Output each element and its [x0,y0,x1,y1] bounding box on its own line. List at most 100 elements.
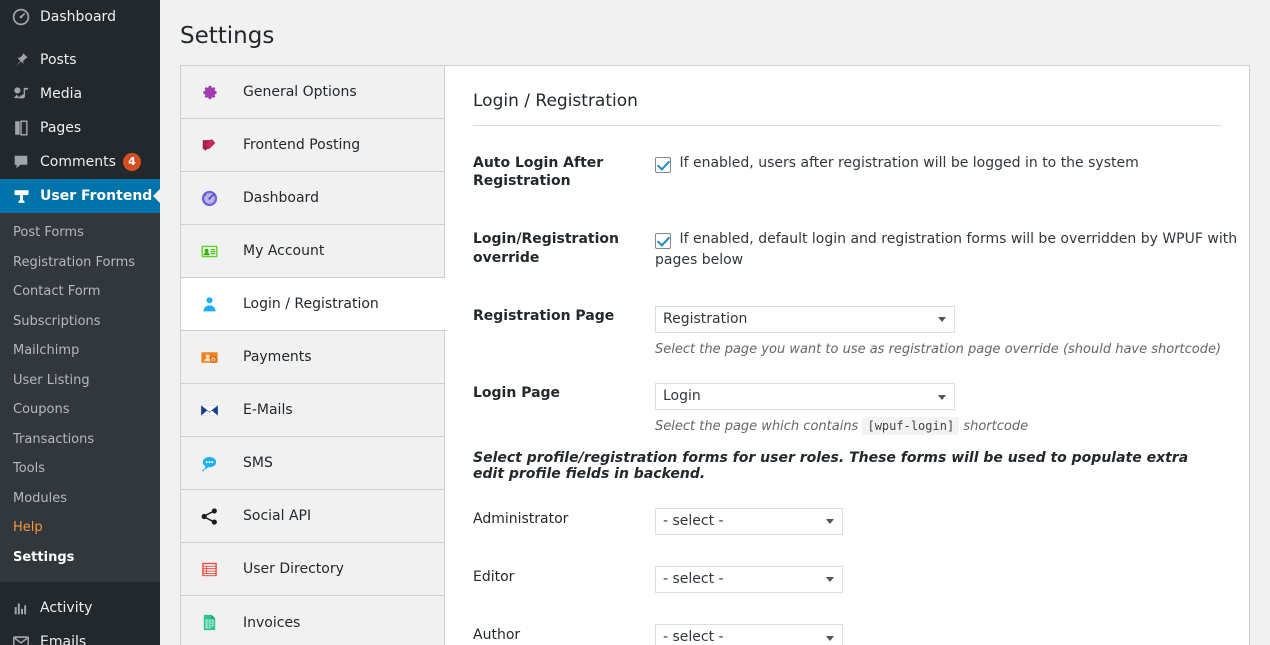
registration-page-select[interactable]: Registration [655,305,955,333]
registration-page-description: Select the page you want to use as regis… [655,341,1222,357]
author-field: - select - [655,606,1249,645]
auto-login-checkbox-label[interactable]: If enabled, users after registration wil… [679,155,1138,171]
submenu-item-contact-form[interactable]: Contact Form [0,277,160,307]
login-registration-form-table: Auto Login After Registration If enabled… [445,134,1249,442]
pages-icon [11,118,31,138]
tab-payments[interactable]: $ Payments [181,331,444,384]
tab-label: Invoices [243,614,301,631]
table-row-auto-login: Auto Login After Registration If enabled… [445,134,1249,210]
author-select-wrap: - select - [655,624,843,645]
administrator-field: - select - [655,490,1249,548]
login-page-description: Select the page which contains [wpuf-log… [655,417,1239,437]
tab-emails[interactable]: E-Mails [181,384,444,437]
sidebar-item-user-frontend[interactable]: User Frontend [0,179,160,213]
submenu-item-coupons[interactable]: Coupons [0,395,160,425]
override-label: Login/Registration override [473,231,619,266]
gear-icon [198,81,220,103]
administrator-select-wrap: - select - [655,507,843,535]
submenu-item-user-listing[interactable]: User Listing [0,366,160,396]
submenu-item-tools[interactable]: Tools [0,454,160,484]
tab-label: Social API [243,508,312,524]
user-frontend-submenu: Post Forms Registration Forms Contact Fo… [0,213,160,582]
sidebar-label: User Frontend [40,188,153,204]
sidebar-label: Emails [40,633,87,645]
pin-icon [11,50,31,70]
submenu-item-settings[interactable]: Settings [0,543,160,573]
page-title: Settings [180,23,275,49]
submenu-item-help[interactable]: Help [0,513,160,543]
sidebar-item-posts[interactable]: Posts [0,43,160,77]
sidebar-label: Posts [40,52,77,68]
sidebar-label: Dashboard [40,9,116,25]
tab-my-account[interactable]: My Account [181,225,444,278]
tab-label: Frontend Posting [243,137,361,153]
envelope-icon [11,632,31,645]
tab-general-options[interactable]: General Options [181,66,444,119]
login-shortcode: [wpuf-login] [862,417,960,436]
author-form-select[interactable]: - select - [655,624,843,645]
auto-login-field: If enabled, users after registration wil… [655,134,1249,210]
sidebar-item-emails[interactable]: Emails [0,625,160,645]
tab-sms[interactable]: SMS [181,437,444,490]
sidebar-item-media[interactable]: Media [0,77,160,111]
user-icon [198,293,220,315]
table-row-registration-page: Registration Page Registration Select th… [445,287,1249,365]
auto-login-checkbox[interactable] [655,157,671,173]
sidebar-item-dashboard[interactable]: Dashboard [0,0,160,34]
settings-tab-nav: General Options Frontend Posting Dashboa… [180,65,447,645]
tab-label: My Account [243,243,325,259]
user-frontend-icon [11,186,31,206]
sidebar-item-activity[interactable]: Activity [0,591,160,625]
override-checkbox[interactable] [655,233,671,250]
user-roles-form-table: Administrator - select - Editor - select… [445,490,1249,645]
tab-login-registration[interactable]: Login / Registration [181,278,447,331]
tab-invoices[interactable]: Invoices [181,596,444,645]
invoice-icon [198,612,220,634]
submenu-item-subscriptions[interactable]: Subscriptions [0,307,160,337]
tab-frontend-posting[interactable]: Frontend Posting [181,119,444,172]
administrator-form-select[interactable]: - select - [655,507,843,535]
submenu-item-transactions[interactable]: Transactions [0,425,160,455]
editor-select-wrap: - select - [655,565,843,593]
sidebar-label: Pages [40,120,82,136]
tab-label: Payments [243,349,312,365]
comments-count-badge: 4 [122,153,141,171]
settings-container: General Options Frontend Posting Dashboa… [180,65,1250,645]
tab-label: E-Mails [243,402,293,418]
sidebar-label: Activity [40,599,93,616]
envelope-icon [198,399,220,421]
login-page-label: Login Page [473,385,561,402]
sidebar-item-pages[interactable]: Pages [0,111,160,145]
share-icon [198,505,220,527]
login-page-field: Login Select the page which contains [wp… [655,364,1249,442]
editor-label: Editor [473,568,515,585]
content-heading: Login / Registration [473,66,1221,126]
chat-bubble-icon [198,452,220,474]
tab-label: User Directory [243,561,344,577]
override-field: If enabled, default login and registrati… [655,210,1249,286]
tab-user-directory[interactable]: User Directory [181,543,444,596]
gauge-icon [198,187,220,209]
tab-label: General Options [243,84,357,100]
pencil-square-icon [198,134,220,156]
sidebar-label: Media [40,86,83,102]
submenu-item-post-forms[interactable]: Post Forms [0,218,160,248]
media-icon [11,84,31,104]
tab-label: Dashboard [243,190,319,206]
auto-login-label: Auto Login After Registration [473,155,604,190]
submenu-item-modules[interactable]: Modules [0,484,160,514]
tab-dashboard[interactable]: Dashboard [181,172,444,225]
sidebar-item-comments[interactable]: Comments 4 [0,145,160,179]
submenu-item-registration-forms[interactable]: Registration Forms [0,248,160,278]
tab-social-api[interactable]: Social API [181,490,444,543]
table-row-administrator: Administrator - select - [445,490,1249,548]
table-row-override: Login/Registration override If enabled, … [445,210,1249,286]
registration-page-label: Registration Page [473,307,615,324]
editor-form-select[interactable]: - select - [655,565,843,593]
login-page-select[interactable]: Login [655,383,955,411]
override-checkbox-label[interactable]: If enabled, default login and registrati… [655,231,1237,268]
sidebar-label: Comments [40,154,116,170]
submenu-item-mailchimp[interactable]: Mailchimp [0,336,160,366]
roles-note: Select profile/registration forms for us… [473,449,1189,482]
login-page-description-before: Select the page which contains [655,419,859,435]
